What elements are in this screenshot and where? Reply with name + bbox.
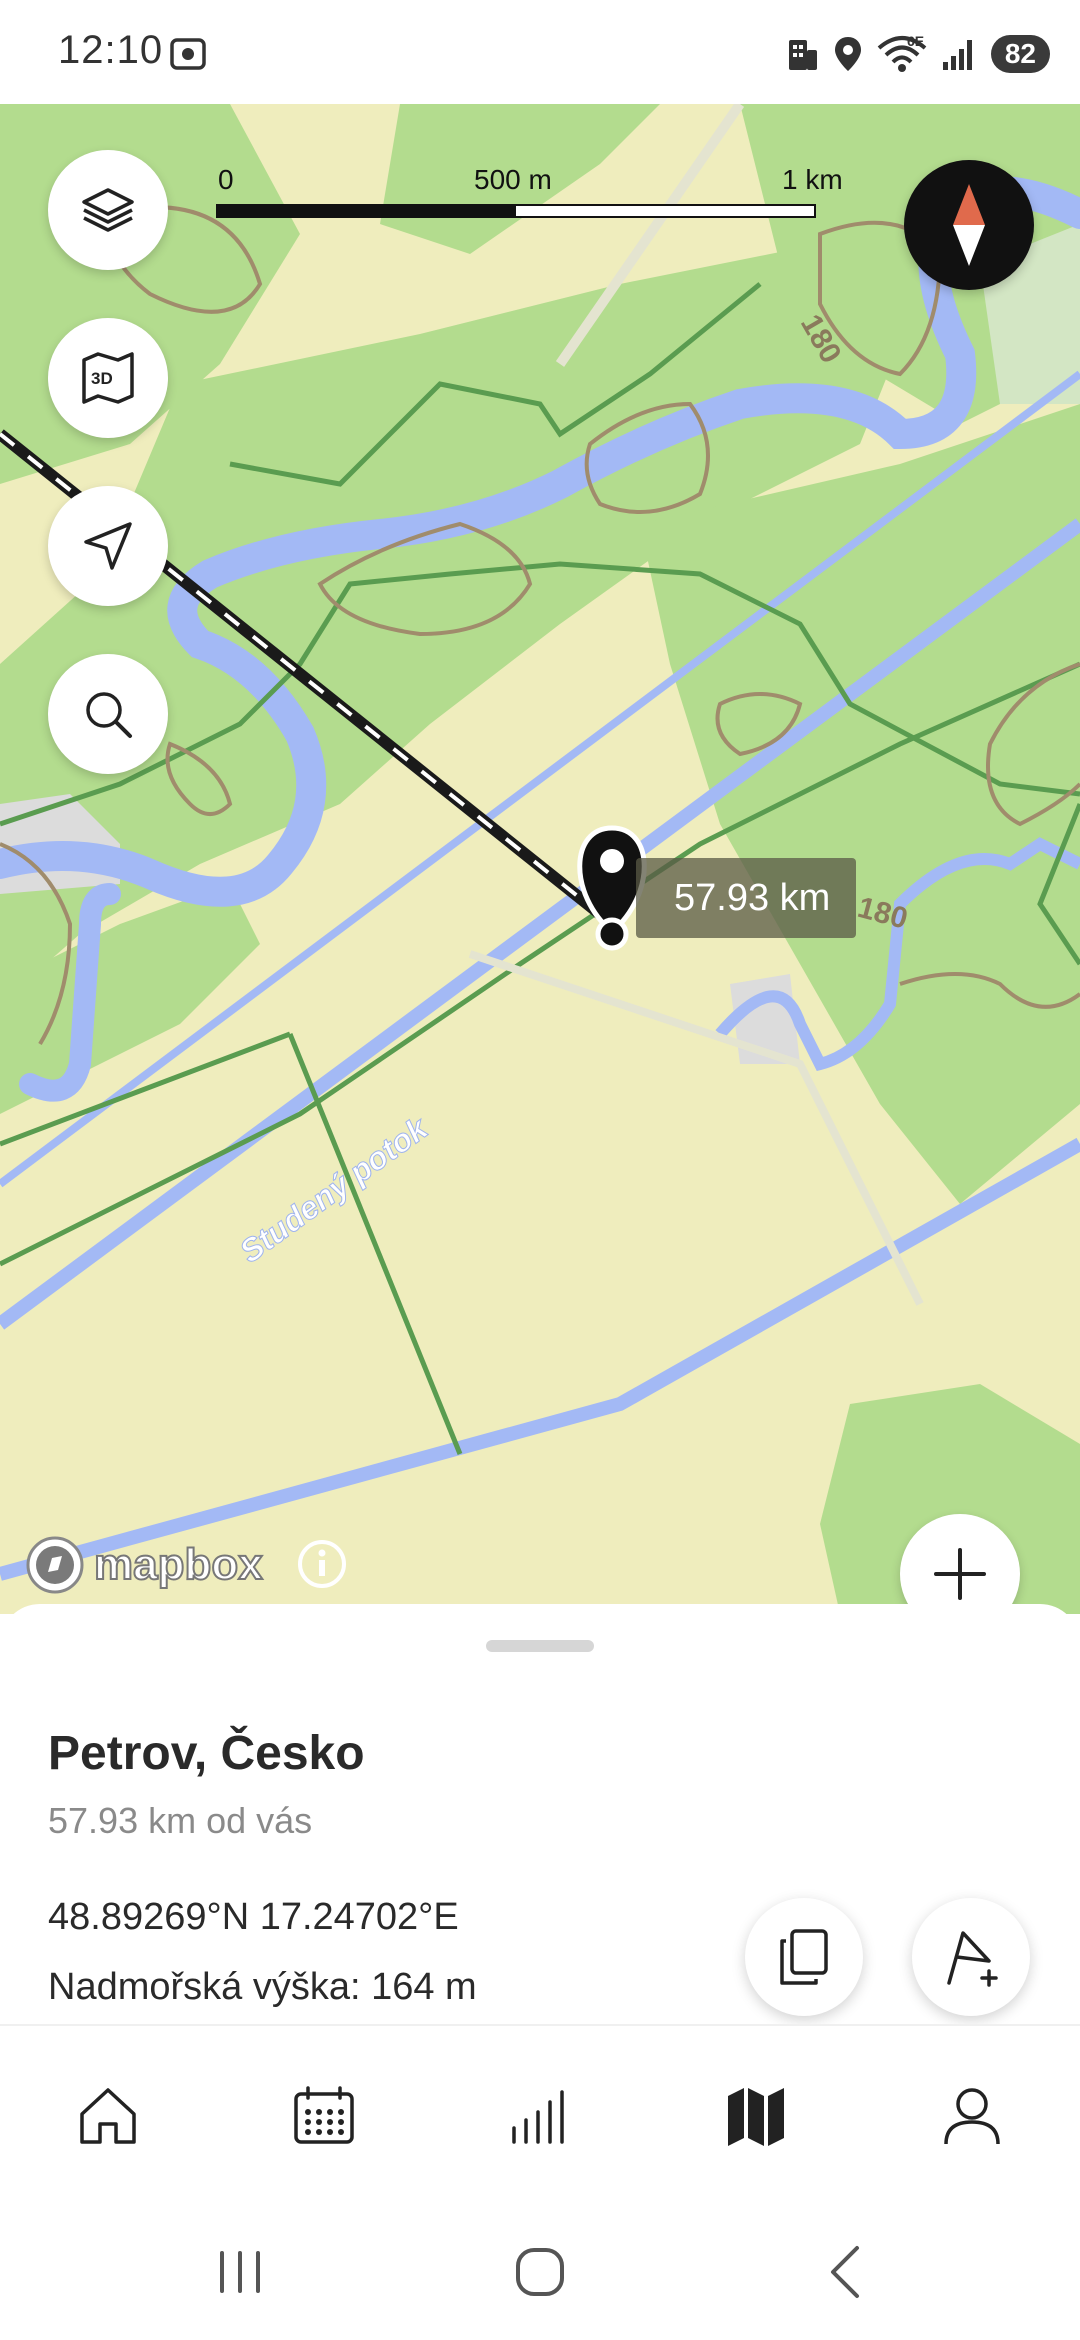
search-icon [86,692,132,738]
map-scale-bar: 0 500 m 1 km [216,164,856,224]
home-system-button[interactable] [500,2240,580,2304]
search-button[interactable] [48,654,168,774]
svg-text:3D: 3D [91,369,113,388]
scale-end: 1 km [782,164,843,195]
svg-text:6E: 6E [907,34,924,49]
recent-apps-button[interactable] [200,2240,280,2304]
scale-bar [216,204,816,218]
layers-icon [82,188,134,232]
compass-icon [953,184,985,266]
system-navigation-bar [0,2204,1080,2340]
status-time: 12:10 [58,28,164,72]
nav-profile[interactable] [912,2056,1032,2176]
status-icons: 6E 82 [787,30,1050,78]
navigate-button[interactable] [48,486,168,606]
signal-icon [942,40,972,70]
mapbox-attribution: mapbox [93,1539,264,1590]
place-coordinates: 48.89269°N 17.24702°E [48,1896,459,1938]
recent-apps-icon [220,2251,260,2293]
sheet-drag-handle[interactable] [486,1640,594,1652]
map-canvas[interactable]: 180 180 Studený potok [0,104,1080,1614]
place-details-sheet[interactable]: Petrov, Česko 57.93 km od vás 48.89269°N… [0,1604,1080,2024]
status-bar: 12:10 6E 82 [0,0,1080,104]
layers-button[interactable] [48,150,168,270]
nav-stats[interactable] [480,2056,600,2176]
copy-coordinates-button[interactable] [745,1898,863,2016]
zoom-in-icon [934,1548,986,1600]
copy-icon [780,1929,828,1985]
wifi-icon: 6E [877,34,927,72]
bottom-navigation [0,2024,1080,2206]
screenshot-icon [170,38,206,70]
map-view[interactable]: 180 180 Studený potok 0 500 m 1 km 3D 57… [0,104,1080,1614]
navigate-icon [84,522,132,570]
distance-label: 57.93 km [636,858,857,938]
add-route-button[interactable] [912,1898,1030,2016]
map-icon [728,2088,784,2146]
add-route-flag-icon [947,1931,998,1987]
calendar-icon [294,2086,354,2144]
building-icon [788,40,817,70]
info-icon[interactable] [296,1538,348,1590]
home-circle-icon [516,2248,564,2296]
place-title: Petrov, Česko [48,1727,365,1780]
back-icon [831,2246,859,2298]
home-icon [80,2088,136,2144]
3d-map-button[interactable]: 3D [48,318,168,438]
compass-button[interactable] [904,160,1034,290]
3d-map-icon: 3D [82,352,134,404]
scale-start: 0 [218,164,234,195]
nav-map[interactable] [696,2056,816,2176]
stats-icon [512,2090,564,2144]
profile-icon [944,2088,1000,2145]
place-distance: 57.93 km od vás [48,1800,313,1841]
screen: 12:10 6E 82 180 180 Studený potok 0 500 … [0,0,1080,2340]
back-button[interactable] [804,2240,884,2304]
nav-home[interactable] [48,2056,168,2176]
nav-calendar[interactable] [264,2056,384,2176]
mapbox-logo[interactable]: mapbox [24,1532,264,1598]
place-elevation: Nadmořská výška: 164 m [48,1966,477,2008]
location-icon [834,37,861,71]
battery-indicator: 82 [990,35,1050,73]
mapbox-icon [26,1536,84,1594]
scale-mid: 500 m [474,164,552,195]
